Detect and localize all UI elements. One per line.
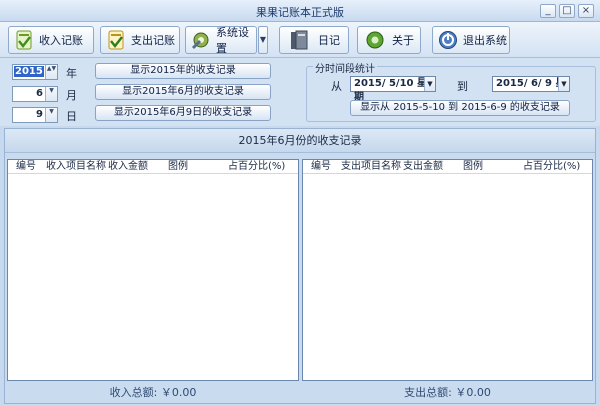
income-col-name[interactable]: 收入项目名称 (38, 160, 106, 173)
minimize-button[interactable]: _ (540, 4, 556, 18)
period-statistics-title: 分时间段统计 (313, 60, 377, 75)
toolbar: 收入记账 支出记账 系统设置 ▼ 日记 关于 退出系统 (0, 22, 600, 58)
income-icon (13, 29, 35, 51)
expense-record-label: 支出记账 (131, 34, 175, 47)
system-settings-label: 系统设置 (216, 26, 249, 55)
expense-record-button[interactable]: 支出记账 (100, 26, 180, 54)
maximize-button[interactable]: □ (559, 4, 575, 18)
year-spinner[interactable]: 2015 ▲▼ (12, 64, 58, 80)
day-label: 日 (66, 110, 77, 123)
income-col-legend[interactable]: 图例 (160, 160, 220, 173)
from-date-picker[interactable]: 2015/ 5/10 星期 ▼ (350, 76, 436, 103)
month-dropdown-arrow[interactable]: ▼ (45, 87, 57, 101)
show-range-records-button[interactable]: 显示从 2015-5-10 到 2015-6-9 的收支记录 (350, 100, 570, 116)
expense-col-id[interactable]: 编号 (303, 160, 333, 173)
income-list[interactable]: 编号 收入项目名称 收入金额 图例 占百分比(%) (7, 159, 299, 381)
day-value: 9 (36, 109, 43, 120)
close-button[interactable]: × (578, 4, 594, 18)
settings-gear-icon (190, 29, 212, 51)
title-bar: 果果记账本正式版 _ □ × (0, 0, 600, 22)
expense-list[interactable]: 编号 支出项目名称 支出金额 图例 占百分比(%) (302, 159, 593, 381)
expense-col-amount[interactable]: 支出金额 (395, 160, 455, 173)
diary-label: 日记 (318, 34, 340, 47)
expense-total: 支出总额: ￥0.00 (404, 386, 491, 399)
expense-col-legend[interactable]: 图例 (455, 160, 515, 173)
system-settings-button[interactable]: 系统设置 (185, 26, 257, 55)
settings-dropdown-arrow[interactable]: ▼ (258, 26, 268, 54)
diary-book-icon (288, 29, 310, 51)
expense-col-name[interactable]: 支出项目名称 (333, 160, 401, 173)
show-year-records-button[interactable]: 显示2015年的收支记录 (95, 63, 271, 79)
to-date-value: 2015/ 6/ 9 星 (496, 78, 566, 89)
show-month-records-button[interactable]: 显示2015年6月的收支记录 (95, 84, 271, 100)
year-value: 2015 (14, 66, 44, 77)
diary-button[interactable]: 日记 (279, 26, 349, 54)
month-label: 月 (66, 89, 77, 102)
to-date-dropdown[interactable]: ▼ (558, 77, 569, 91)
show-day-records-button[interactable]: 显示2015年6月9日的收支记录 (95, 105, 271, 121)
year-label: 年 (66, 67, 77, 80)
month-value: 6 (36, 88, 43, 99)
records-title: 2015年6月份的收支记录 (5, 129, 595, 153)
income-col-percent[interactable]: 占百分比(%) (220, 160, 290, 173)
about-label: 关于 (392, 34, 414, 47)
power-icon (437, 29, 459, 51)
about-button[interactable]: 关于 (357, 26, 421, 54)
window-controls: _ □ × (540, 4, 594, 18)
expense-col-percent[interactable]: 占百分比(%) (515, 160, 585, 173)
income-record-button[interactable]: 收入记账 (8, 26, 94, 54)
from-date-dropdown[interactable]: ▼ (424, 77, 435, 91)
date-filter-panel: 2015 ▲▼ 年 6 ▼ 月 9 ▼ 日 显示2015年的收支记录 显示201… (0, 58, 600, 126)
income-col-amount[interactable]: 收入金额 (100, 160, 160, 173)
window-title: 果果记账本正式版 (256, 6, 344, 19)
day-spinner[interactable]: 9 ▼ (12, 107, 58, 123)
about-gear-icon (364, 29, 386, 51)
expense-list-header: 编号 支出项目名称 支出金额 图例 占百分比(%) (303, 160, 592, 174)
from-label: 从 (331, 80, 342, 93)
income-record-label: 收入记账 (39, 34, 83, 47)
to-label: 到 (457, 80, 468, 93)
income-total: 收入总额: ￥0.00 (109, 386, 197, 399)
exit-system-button[interactable]: 退出系统 (432, 26, 510, 54)
year-spin-arrows[interactable]: ▲▼ (45, 65, 57, 79)
month-spinner[interactable]: 6 ▼ (12, 86, 58, 102)
records-panel: 2015年6月份的收支记录 编号 收入项目名称 收入金额 图例 占百分比(%) … (4, 128, 596, 404)
expense-icon (105, 29, 127, 51)
income-list-header: 编号 收入项目名称 收入金额 图例 占百分比(%) (8, 160, 298, 174)
period-statistics-group: 分时间段统计 从 2015/ 5/10 星期 ▼ 到 2015/ 6/ 9 星 … (306, 60, 596, 122)
income-col-id[interactable]: 编号 (8, 160, 38, 173)
to-date-picker[interactable]: 2015/ 6/ 9 星 ▼ (492, 76, 570, 92)
day-dropdown-arrow[interactable]: ▼ (45, 108, 57, 122)
exit-system-label: 退出系统 (463, 34, 507, 47)
